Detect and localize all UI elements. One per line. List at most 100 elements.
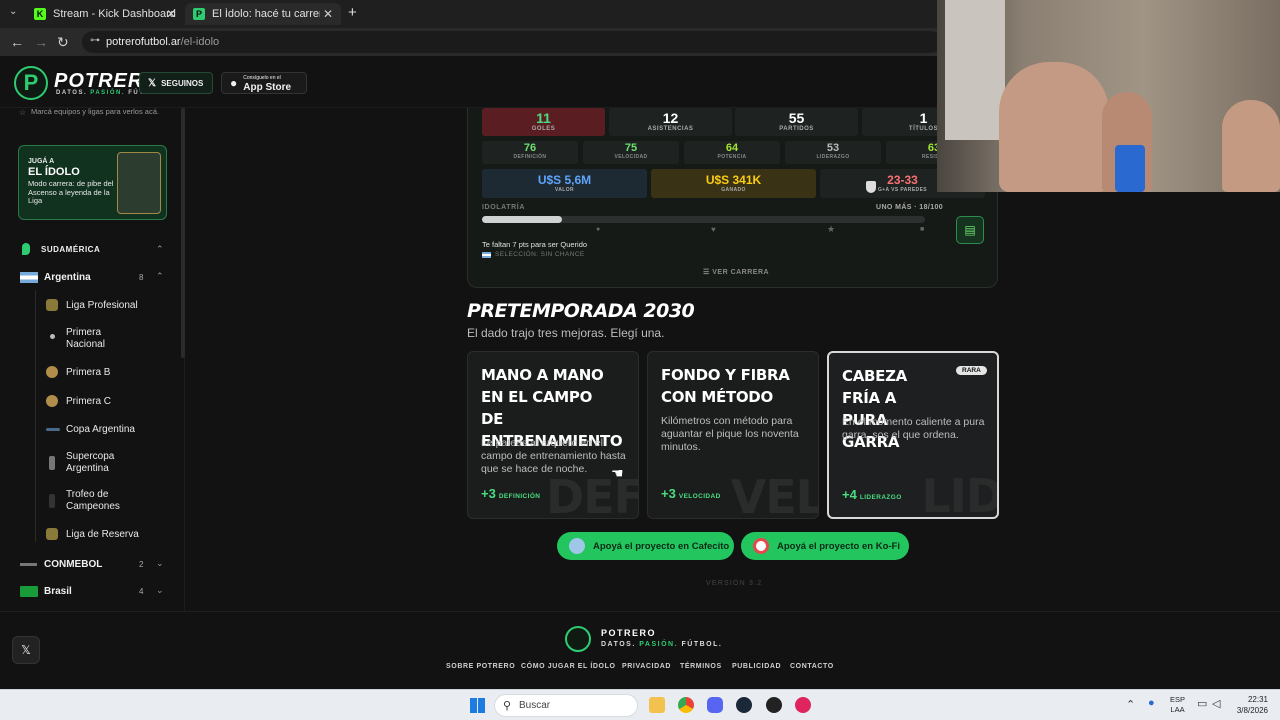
- watermark-text: DEF: [545, 470, 639, 519]
- chevron-down-icon[interactable]: ⌄: [156, 585, 164, 596]
- close-tab-icon[interactable]: ✕: [166, 7, 176, 21]
- watermark-text: LID: [921, 469, 999, 519]
- upgrade-option-liderazgo[interactable]: LID CABEZA FRÍA A PURA GARRA RARA En el …: [827, 351, 999, 519]
- discord-icon[interactable]: [707, 697, 723, 713]
- tab-list-chevron-icon[interactable]: ⌄: [9, 6, 17, 17]
- attr-potencia: 64 POTENCIA: [684, 141, 780, 164]
- chevron-up-icon[interactable]: ⌃: [156, 271, 164, 282]
- footer-link-como-jugar[interactable]: CÓMO JUGAR EL ÍDOLO: [521, 663, 616, 670]
- idolatria-progress-track: [482, 216, 925, 223]
- upgrade-option-velocidad[interactable]: VEL FONDO Y FIBRA CON MÉTODO Kilómetros …: [647, 351, 819, 519]
- webcam-window: [945, 0, 1005, 140]
- donate-cafecito-button[interactable]: Apoyá el proyecto en Cafecito: [557, 532, 734, 560]
- tab-title: El Ídolo: hacé tu carrera en la Li: [212, 8, 320, 20]
- url-path: /el-idolo: [180, 36, 220, 48]
- sidebar: ☆ Marcá equipos y ligas para verlos acá.…: [0, 108, 185, 611]
- option-description: Kilómetros con método para aguantar el p…: [661, 415, 799, 453]
- league-primera-nacional[interactable]: Primera Nacional: [66, 327, 136, 351]
- cart-icon: ▤: [964, 223, 976, 237]
- group-count: 2: [139, 560, 144, 569]
- supercopa-trophy-icon: [49, 456, 55, 470]
- heart-icon: ♥: [711, 225, 716, 234]
- site-info-icon[interactable]: ⊶: [90, 35, 100, 46]
- footer-link-sobre[interactable]: SOBRE POTRERO: [446, 663, 515, 670]
- league-liga-de-reserva[interactable]: Liga de Reserva: [66, 529, 139, 540]
- address-bar[interactable]: ⊶ potrerofutbol.ar/el-idolo: [82, 31, 942, 53]
- volume-icon[interactable]: ◁: [1212, 697, 1220, 710]
- back-arrow-icon[interactable]: ←: [10, 34, 24, 50]
- league-primera-b[interactable]: Primera B: [66, 367, 110, 378]
- option-description: Le pateás al arquero en el campo de entr…: [481, 437, 626, 475]
- money-valor: U$S 5,6M VALOR: [482, 169, 647, 198]
- country-argentina[interactable]: Argentina: [44, 272, 91, 283]
- option-bonus: +3 VELOCIDAD: [661, 486, 721, 501]
- file-explorer-icon[interactable]: [649, 697, 665, 713]
- forward-arrow-icon[interactable]: →: [34, 34, 48, 50]
- close-tab-icon[interactable]: ✕: [323, 7, 333, 21]
- tab-kick-dashboard[interactable]: K Stream - Kick Dashboard ✕: [26, 3, 184, 25]
- windows-start-icon[interactable]: [470, 698, 485, 713]
- group-conmebol[interactable]: CONMEBOL: [44, 559, 102, 570]
- basket-button[interactable]: ▤: [956, 216, 984, 244]
- footer-logo-icon: [565, 626, 591, 652]
- media-player-icon[interactable]: [795, 697, 811, 713]
- league-liga-profesional[interactable]: Liga Profesional: [66, 300, 138, 311]
- preseason-subtitle: El dado trajo tres mejoras. Elegí una.: [467, 326, 665, 340]
- follow-x-button[interactable]: 𝕏 SEGUINOS: [139, 72, 213, 94]
- region-sudamerica[interactable]: SUDAMÉRICA: [41, 245, 100, 254]
- network-icon[interactable]: ▭: [1197, 697, 1207, 710]
- webcam-person-3: [1222, 100, 1280, 192]
- reload-icon[interactable]: ↻: [57, 34, 69, 51]
- taskbar-clock[interactable]: 22:31 3/8/2026: [1232, 694, 1268, 716]
- chevron-up-icon[interactable]: ⌃: [156, 244, 164, 255]
- primera-c-icon: [46, 395, 58, 407]
- x-share-button[interactable]: 𝕏: [12, 636, 40, 664]
- south-america-icon: [22, 243, 30, 255]
- microphone-icon[interactable]: ●: [1148, 697, 1155, 709]
- donate-kofi-button[interactable]: Apoyá el proyecto en Ko-Fi: [741, 532, 909, 560]
- conmebol-logo-icon: [20, 563, 37, 566]
- upgrade-option-definicion[interactable]: DEF MANO A MANO EN EL CAMPO DE ENTRENAMI…: [467, 351, 639, 519]
- language-indicator[interactable]: ESP LAA: [1170, 695, 1185, 715]
- obs-icon[interactable]: [766, 697, 782, 713]
- attr-liderazgo: 53 LIDERAZGO: [785, 141, 881, 164]
- view-career-link[interactable]: ☰ VER CARRERA: [703, 268, 769, 276]
- attr-velocidad: 75 VELOCIDAD: [583, 141, 679, 164]
- watermark-text: VEL: [730, 470, 819, 519]
- promo-card-el-idolo[interactable]: JUGÁ A EL ÍDOLO Modo carrera: de pibe de…: [18, 145, 167, 220]
- taskbar-search-box[interactable]: ⚲ Buscar: [494, 694, 638, 717]
- league-supercopa-argentina[interactable]: Supercopa Argentina: [66, 451, 136, 475]
- footer-link-terminos[interactable]: TÉRMINOS: [680, 663, 722, 670]
- league-primera-c[interactable]: Primera C: [66, 396, 111, 407]
- group-brasil[interactable]: Brasil: [44, 586, 72, 597]
- league-copa-argentina[interactable]: Copa Argentina: [66, 424, 135, 435]
- footer-link-publicidad[interactable]: PUBLICIDAD: [732, 663, 781, 670]
- chevron-down-icon[interactable]: ⌄: [156, 558, 164, 569]
- footer-brand: POTRERO: [601, 628, 657, 638]
- idolatria-status: UNO MÁS · 18/100: [876, 204, 944, 211]
- steam-icon[interactable]: [736, 697, 752, 713]
- potrero-favicon-icon: P: [193, 8, 205, 20]
- tray-chevron-up-icon[interactable]: ⌃: [1126, 698, 1135, 711]
- promo-line1: JUGÁ A: [28, 158, 55, 165]
- new-tab-button[interactable]: +: [348, 4, 357, 21]
- league-trofeo-de-campeones[interactable]: Trofeo de Campeones: [66, 489, 146, 513]
- search-icon: ⚲: [503, 700, 512, 712]
- argentina-flag-icon: [20, 272, 38, 283]
- potrero-logo-icon[interactable]: P: [14, 66, 48, 100]
- money-ganado: U$S 341K GANADO: [651, 169, 816, 198]
- chrome-icon[interactable]: [678, 697, 694, 713]
- footer-tagline: DATOS. PASIÓN. FÚTBOL.: [601, 641, 723, 648]
- cafecito-icon: [569, 538, 585, 554]
- argentina-flag-icon: [482, 252, 491, 258]
- promo-player-card: [117, 152, 161, 214]
- footer-link-contacto[interactable]: CONTACTO: [790, 663, 834, 670]
- kofi-cup-icon: [753, 538, 769, 554]
- tab-el-idolo[interactable]: P El Ídolo: hacé tu carrera en la Li ✕: [185, 3, 341, 25]
- sidebar-scrollbar[interactable]: [181, 108, 185, 358]
- app-store-button[interactable]: ● Consíguelo en el App Store: [221, 72, 307, 94]
- league-tree-line: [35, 290, 36, 542]
- x-logo-icon: 𝕏: [148, 77, 157, 89]
- footer-link-privacidad[interactable]: PRIVACIDAD: [622, 663, 671, 670]
- selection-status: SELECCIÓN: SIN CHANCE: [495, 251, 585, 258]
